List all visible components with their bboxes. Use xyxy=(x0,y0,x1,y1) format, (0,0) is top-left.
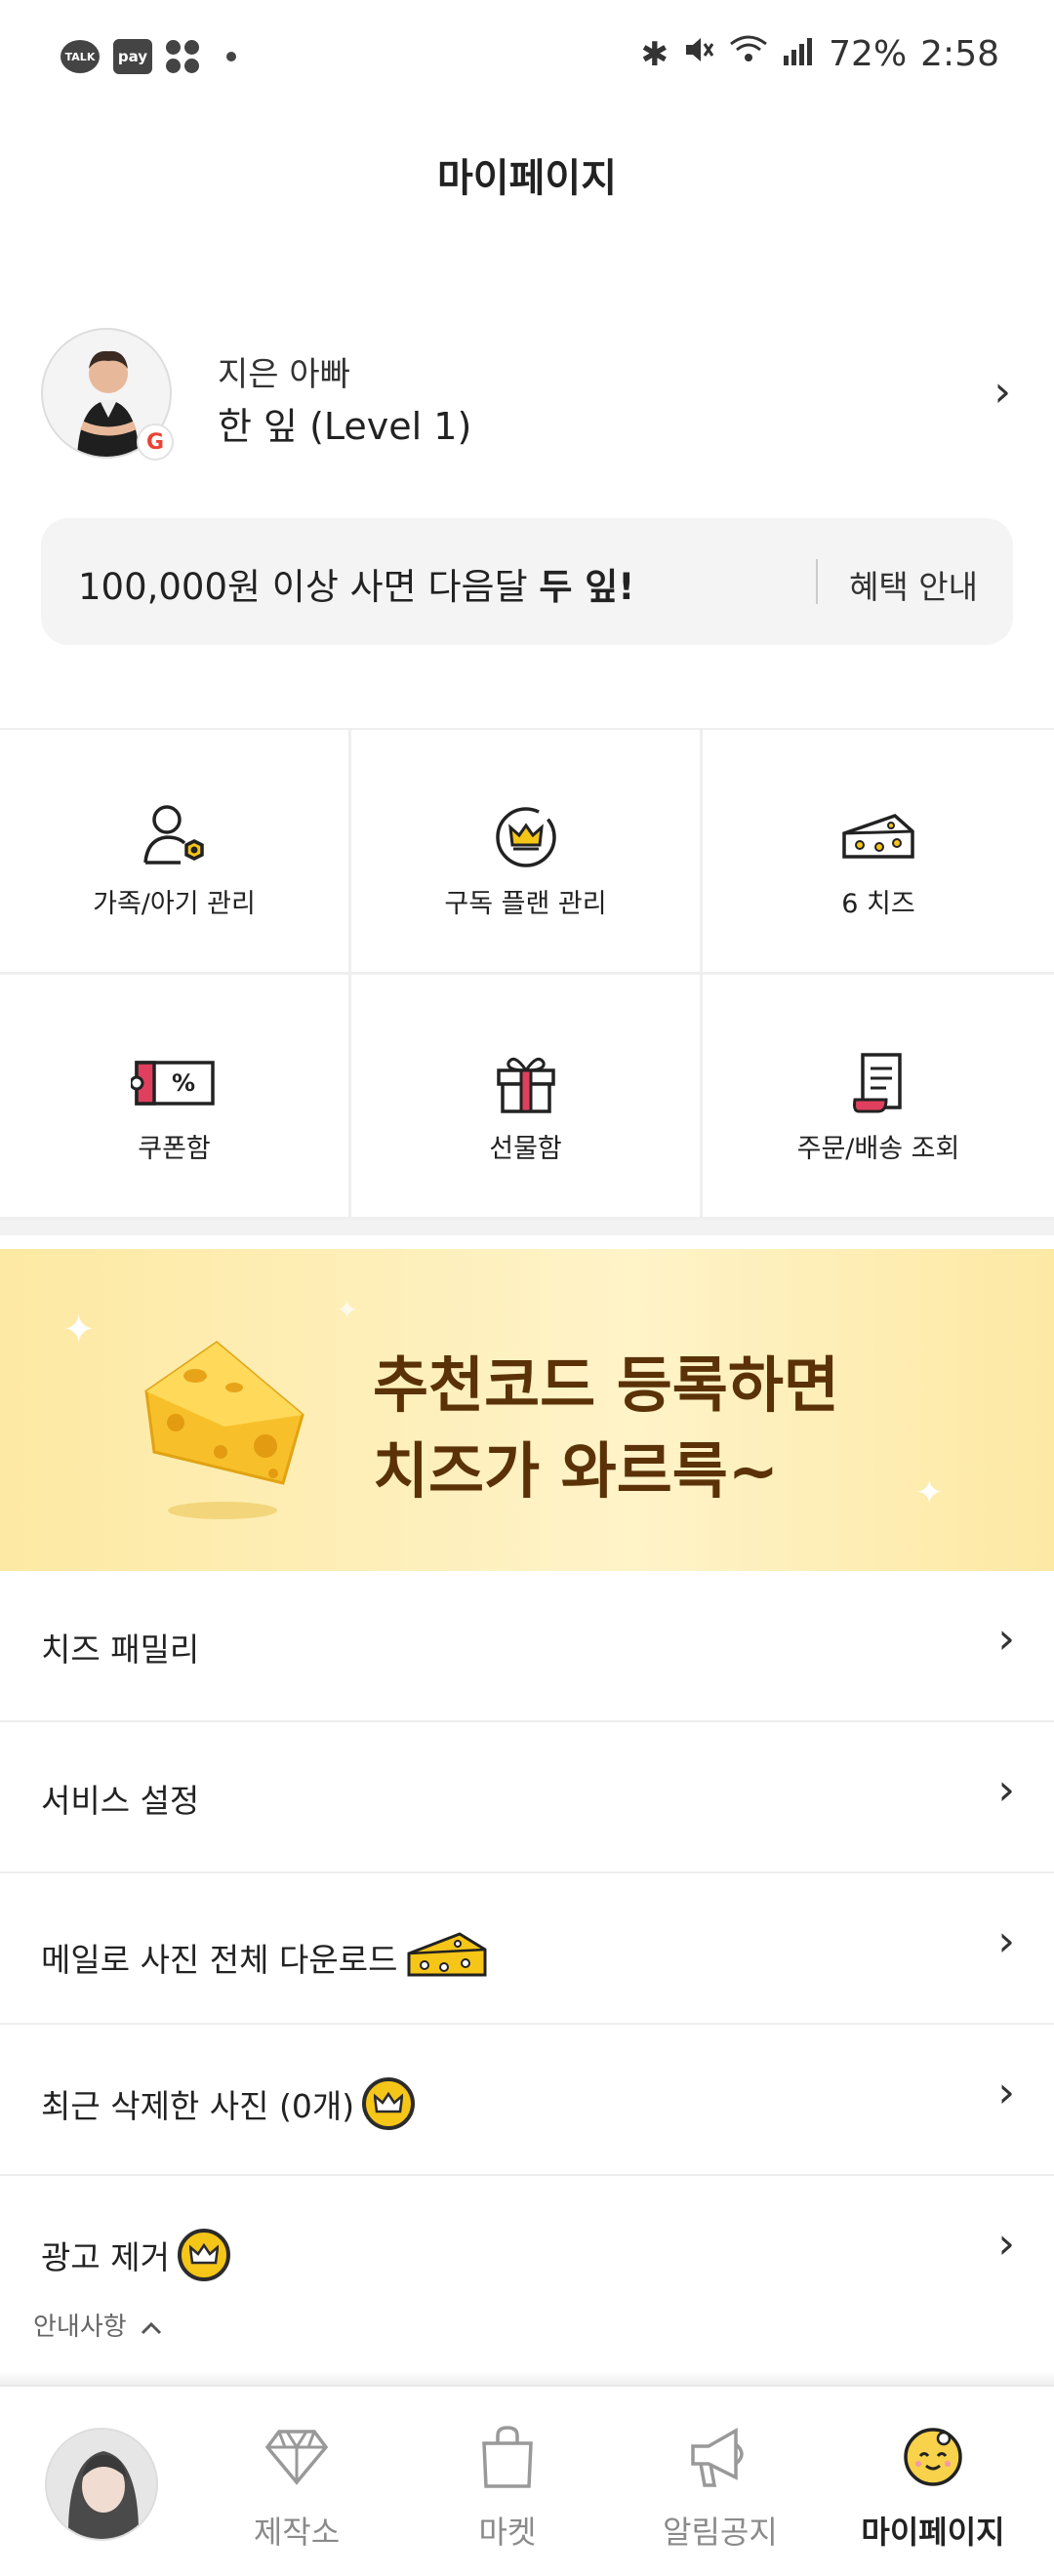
list-item-recently-deleted[interactable]: 최근 삭제한 사진 (0개) › xyxy=(0,2025,1054,2176)
profile-level: 한 잎 (Level 1) xyxy=(218,405,472,448)
status-bar: TALK pay ✱ 72% 2:58 xyxy=(0,0,1054,115)
divider xyxy=(816,559,818,604)
list-item-label: 치즈 패밀리 xyxy=(41,1630,200,1669)
promo-line-1: 추천코드 등록하면 xyxy=(373,1349,839,1421)
nav-label: 마이페이지 xyxy=(861,2514,1005,2551)
list-item-service-settings[interactable]: 서비스 설정 › xyxy=(0,1722,1054,1873)
list-item-label: 광고 제거 xyxy=(41,2238,170,2276)
crown-icon xyxy=(351,798,700,876)
menu-label: 6 치즈 xyxy=(841,889,915,919)
bluetooth-icon: ✱ xyxy=(640,34,669,74)
page-title: 마이페이지 xyxy=(437,156,617,201)
premium-crown-icon xyxy=(177,2229,230,2281)
nav-workshop[interactable]: 제작소 xyxy=(199,2422,394,2553)
menu-subscription-plan[interactable]: 구독 플랜 관리 xyxy=(351,730,703,975)
chevron-right-icon: › xyxy=(997,1765,1015,1815)
cheese-icon xyxy=(703,798,1054,876)
menu-coupon-box[interactable]: % 쿠폰함 xyxy=(0,975,351,1220)
nav-label: 마켓 xyxy=(478,2514,537,2551)
benefit-info-button[interactable]: 혜택 안내 xyxy=(849,561,978,608)
sparkle-icon: ✦ xyxy=(336,1294,359,1326)
receipt-icon xyxy=(703,1043,1054,1121)
premium-crown-icon xyxy=(362,2077,416,2130)
nav-mypage[interactable]: 마이페이지 xyxy=(835,2422,1031,2553)
menu-order-delivery[interactable]: 주문/배송 조회 xyxy=(703,975,1054,1220)
bottom-navigation: 제작소 마켓 알림공지 마이페이지 xyxy=(0,2385,1054,2576)
settings-list: 치즈 패밀리 › 서비스 설정 › 메일로 사진 전체 다운로드 › 최근 삭제… xyxy=(0,1571,1054,2327)
section-divider xyxy=(0,1220,1054,1235)
nav-label: 알림공지 xyxy=(663,2514,778,2551)
menu-label: 구독 플랜 관리 xyxy=(444,889,607,919)
gift-icon xyxy=(351,1043,700,1121)
app-grid-icon xyxy=(166,40,199,73)
promo-headline: 추천코드 등록하면 치즈가 와르륵~ xyxy=(373,1343,839,1514)
menu-family-management[interactable]: 가족/아기 관리 xyxy=(0,730,351,975)
cheese-face-icon xyxy=(835,2422,1031,2492)
menu-label: 가족/아기 관리 xyxy=(93,889,256,919)
chevron-right-icon: › xyxy=(997,2068,1015,2117)
nav-market[interactable]: 마켓 xyxy=(410,2422,605,2553)
menu-cheese[interactable]: 6 치즈 xyxy=(703,730,1054,975)
chevron-right-icon: › xyxy=(997,1916,1015,1966)
benefit-text: 100,000원 이상 사면 다음달 두 잎! xyxy=(78,566,635,608)
list-item-email-download[interactable]: 메일로 사진 전체 다운로드 › xyxy=(0,1873,1054,2025)
nav-label: 제작소 xyxy=(253,2514,341,2551)
menu-grid: 가족/아기 관리 구독 플랜 관리 6 치즈 % 쿠폰함 선물함 주문/배송 조… xyxy=(0,728,1054,1220)
cheese-icon xyxy=(405,1926,489,1989)
nav-notices[interactable]: 알림공지 xyxy=(623,2422,818,2553)
list-item-label: 최근 삭제한 사진 (0개) xyxy=(41,2087,355,2125)
chevron-right-icon: › xyxy=(997,1614,1015,1664)
clock-text: 2:58 xyxy=(920,34,999,74)
menu-label: 선물함 xyxy=(489,1134,562,1164)
wifi-icon xyxy=(729,34,768,74)
list-item-label: 메일로 사진 전체 다운로드 xyxy=(41,1941,398,1979)
shopping-bag-icon xyxy=(410,2422,605,2492)
chevron-right-icon: › xyxy=(993,367,1011,417)
nav-profile-avatar[interactable] xyxy=(45,2428,158,2541)
battery-text: 72% xyxy=(829,34,908,74)
list-item-cheese-family[interactable]: 치즈 패밀리 › xyxy=(0,1571,1054,1722)
profile-name: 지은 아빠 xyxy=(218,355,350,394)
family-gear-icon xyxy=(0,798,348,876)
chevron-right-icon: › xyxy=(997,2219,1015,2269)
megaphone-icon xyxy=(623,2422,818,2492)
chevron-up-icon xyxy=(141,2313,162,2342)
diamond-icon xyxy=(199,2422,394,2492)
sparkle-icon: ✦ xyxy=(915,1473,944,1512)
cheese-illustration xyxy=(137,1337,322,1526)
profile-row[interactable]: G 지은 아빠 한 잎 (Level 1) › xyxy=(39,328,1015,464)
google-icon: G xyxy=(137,423,174,461)
menu-gift-box[interactable]: 선물함 xyxy=(351,975,703,1220)
coupon-icon: % xyxy=(0,1043,348,1121)
benefit-banner: 100,000원 이상 사면 다음달 두 잎! 혜택 안내 xyxy=(41,518,1013,645)
kakaotalk-icon: TALK xyxy=(61,40,100,73)
menu-label: 쿠폰함 xyxy=(138,1134,211,1164)
notice-toggle[interactable]: 안내사항 xyxy=(33,2307,162,2343)
menu-label: 주문/배송 조회 xyxy=(796,1134,960,1164)
notification-dot-icon xyxy=(226,52,236,61)
svg-text:%: % xyxy=(171,1069,194,1097)
notice-label: 안내사항 xyxy=(33,2313,127,2342)
list-item-remove-ads[interactable]: 광고 제거 › xyxy=(0,2176,1054,2327)
referral-promo-banner[interactable]: ✦ ✦ ✦ 추천코드 등록하면 치즈가 와르륵~ xyxy=(0,1249,1054,1571)
kakaopay-icon: pay xyxy=(113,39,152,74)
mute-icon xyxy=(682,33,715,75)
sparkle-icon: ✦ xyxy=(62,1308,96,1352)
list-item-label: 서비스 설정 xyxy=(41,1782,200,1820)
signal-icon xyxy=(782,35,815,74)
promo-line-2: 치즈가 와르륵~ xyxy=(373,1435,779,1507)
